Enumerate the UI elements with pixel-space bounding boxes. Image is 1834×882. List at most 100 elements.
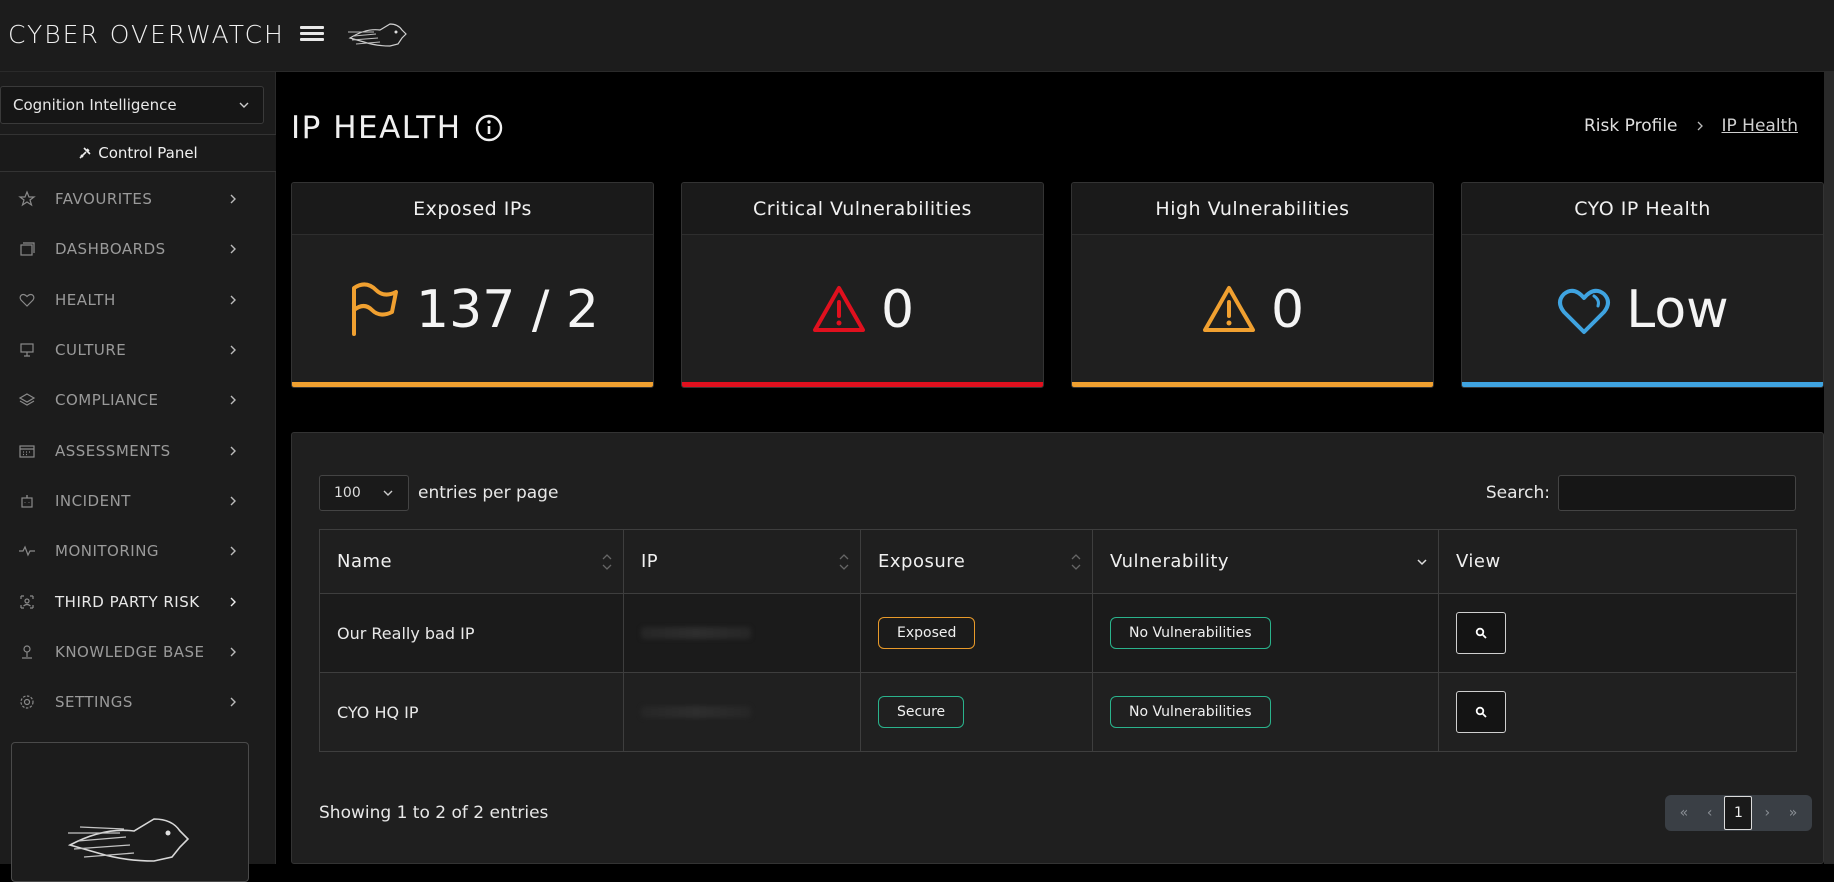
pin-icon [22,645,32,659]
table-row: CYO HQ IP Secure No Vulnerabilities [319,672,1797,752]
card-accent-bar [682,382,1043,387]
vulnerability-badge: No Vulnerabilities [1110,617,1271,649]
sidebar-item-compliance[interactable]: COMPLIANCE [0,375,276,425]
view-button[interactable] [1456,691,1506,733]
breadcrumb: Risk Profile IP Health [1584,116,1798,136]
chevron-down-icon [239,102,249,108]
scrollbar[interactable] [1824,72,1834,864]
card-accent-bar [1072,382,1433,387]
breadcrumb-parent[interactable]: Risk Profile [1584,116,1678,136]
column-header-name[interactable]: Name [319,529,624,594]
entries-per-page-select[interactable]: 100 [319,475,409,511]
column-header-vulnerability[interactable]: Vulnerability [1092,529,1439,594]
pagination-next-button[interactable]: › [1756,805,1778,821]
search-input[interactable] [1558,475,1796,511]
entries-per-page-control: 100 entries per page [319,475,558,511]
info-icon[interactable] [474,113,504,143]
card-value: Low [1626,280,1729,340]
card-body: 137 / 2 [292,235,653,385]
main-content: IP HEALTH Risk Profile IP Health Exposed… [277,72,1834,864]
sidebar: Cognition Intelligence Control Panel FAV… [0,72,276,882]
hamburger-line [300,32,324,35]
sidebar-item-label: MONITORING [55,542,160,561]
cell-exposure: Secure [860,672,1093,752]
sidebar-item-assessments[interactable]: ASSESSMENTS [0,425,276,475]
sidebar-item-settings[interactable]: SETTINGS [0,677,276,727]
sort-icon [1071,554,1081,570]
card-title: CYO IP Health [1462,183,1823,235]
organization-select-value: Cognition Intelligence [13,96,177,114]
search-icon [1475,627,1487,639]
sidebar-item-label: KNOWLEDGE BASE [55,642,205,661]
lion-logo-icon [348,23,407,47]
sidebar-item-favourites[interactable]: FAVOURITES [0,174,276,224]
robot-icon [21,494,33,508]
page-title-text: IP HEALTH [291,110,462,146]
chevron-right-icon [230,395,236,405]
redacted-ip [641,705,751,718]
chevron-right-icon [230,647,236,657]
sidebar-item-label: ASSESSMENTS [55,441,171,460]
card-value: 137 / 2 [416,280,599,340]
gear-icon [20,695,34,709]
cell-ip [623,593,861,673]
card-value: 0 [880,280,915,340]
calendar-icon [19,445,35,458]
menu-toggle-button[interactable] [300,23,324,45]
search-label: Search: [1485,483,1550,503]
presentation-icon [20,343,34,357]
card-title: Exposed IPs [292,183,653,235]
column-header-ip[interactable]: IP [623,529,861,594]
sort-icon [839,554,849,570]
table-header-row: Name IP Exposure Vulnerability View [319,529,1797,594]
tools-icon [79,147,91,159]
pagination-prev-button[interactable]: ‹ [1699,805,1721,821]
cell-exposure: Exposed [860,593,1093,673]
breadcrumb-current[interactable]: IP Health [1722,116,1799,136]
heart-icon [19,293,35,307]
cell-ip [623,672,861,752]
cyo-ip-health-card: CYO IP Health Low [1461,182,1824,388]
sidebar-item-incident[interactable]: INCIDENT [0,476,276,526]
chevron-right-icon [230,345,236,355]
sidebar-item-health[interactable]: HEALTH [0,275,276,325]
exposure-badge: Secure [878,696,965,728]
pagination-first-button[interactable]: « [1673,805,1695,821]
pagination-page-button[interactable]: 1 [1724,796,1753,830]
vulnerability-badge: No Vulnerabilities [1110,696,1271,728]
search-icon [1475,706,1487,718]
warning-icon [812,286,865,332]
sidebar-item-knowledge-base[interactable]: KNOWLEDGE BASE [0,627,276,677]
sidebar-item-third-party-risk[interactable]: THIRD PARTY RISK [0,576,276,626]
sidebar-item-label: HEALTH [55,290,116,309]
card-body: Low [1462,235,1823,385]
chevron-right-icon [230,194,236,204]
organization-select[interactable]: Cognition Intelligence [0,86,264,124]
activity-icon [19,545,35,557]
pagination-last-button[interactable]: » [1782,805,1804,821]
sidebar-item-culture[interactable]: CULTURE [0,325,276,375]
sidebar-item-label: CULTURE [55,341,127,360]
column-header-exposure[interactable]: Exposure [860,529,1093,594]
card-body: 0 [682,235,1043,385]
table-row: Our Really bad IP Exposed No Vulnerabili… [319,593,1797,673]
control-panel-button[interactable]: Control Panel [0,134,276,172]
app-logo[interactable]: CYBER OVERWATCH [8,20,285,49]
chevron-right-icon [230,546,236,556]
cell-view [1438,593,1797,673]
sidebar-item-label: SETTINGS [55,693,133,712]
pagination: « ‹ 1 › » [1665,795,1812,831]
flag-icon [352,282,399,336]
layers-icon [18,393,36,407]
card-value: 0 [1270,280,1305,340]
view-button[interactable] [1456,612,1506,654]
exposure-badge: Exposed [878,617,976,649]
sidebar-item-monitoring[interactable]: MONITORING [0,526,276,576]
sidebar-item-label: FAVOURITES [55,190,153,209]
entries-per-page-label: entries per page [418,483,559,503]
cell-vulnerability: No Vulnerabilities [1092,672,1439,752]
sidebar-nav: FAVOURITES DASHBOARDS HEALTH CULTURE COM… [0,174,276,727]
high-vulnerabilities-card: High Vulnerabilities 0 [1071,182,1434,388]
sidebar-item-label: COMPLIANCE [55,391,159,410]
sidebar-item-dashboards[interactable]: DASHBOARDS [0,224,276,274]
